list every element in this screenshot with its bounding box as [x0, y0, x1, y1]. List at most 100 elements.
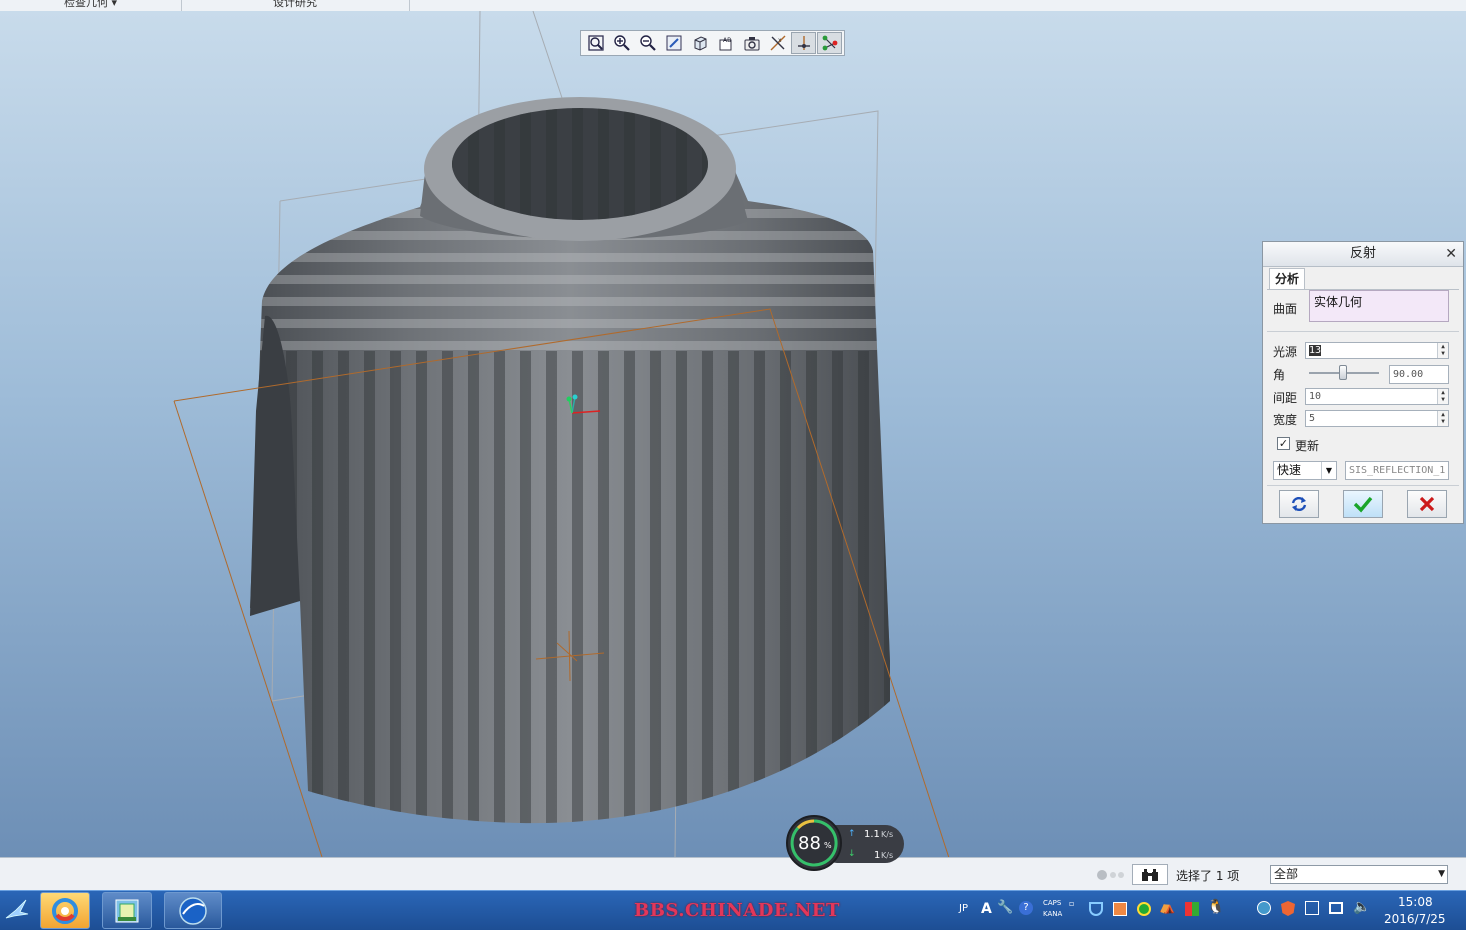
selection-status: 选择了 1 项 — [1176, 869, 1240, 883]
ok-button[interactable] — [1343, 490, 1383, 518]
tent-icon[interactable]: ⛺ — [1159, 900, 1175, 915]
refit-icon[interactable] — [583, 32, 608, 54]
close-icon[interactable]: ✕ — [1445, 242, 1457, 266]
taskbar-app-1[interactable] — [40, 892, 90, 929]
network-icon[interactable] — [1329, 902, 1343, 914]
selection-filter[interactable]: 全部 ▼ — [1270, 865, 1448, 884]
light-spinner[interactable]: ▲ ▼ — [1437, 343, 1448, 358]
status-indicator — [1118, 872, 1124, 878]
mode-select-value: 快速 — [1277, 463, 1302, 477]
download-speed: 1 — [874, 850, 881, 861]
cloud-sync-icon[interactable] — [1257, 901, 1271, 915]
watermark: BBS.CHINADE.NET — [634, 900, 840, 921]
annotation-display-icon[interactable] — [817, 32, 842, 54]
app-ring-icon — [52, 897, 78, 924]
spin-center-icon[interactable] — [791, 32, 816, 54]
checkmark-icon — [1353, 496, 1373, 513]
tab-analysis[interactable]: 分析 — [1269, 268, 1305, 289]
net-speed-widget[interactable]: 88 % ↑ 1.1 K/s ↓ 1 K/s — [786, 815, 904, 871]
angle-field[interactable]: 90.00 — [1389, 365, 1449, 384]
light-source-field[interactable]: 13 ▲ ▼ — [1305, 342, 1449, 359]
surface-collector[interactable]: 实体几何 — [1309, 290, 1449, 322]
volume-icon[interactable]: 🔈 — [1353, 899, 1370, 915]
download-arrow-icon: ↓ — [848, 849, 856, 859]
security-shield-icon[interactable] — [1281, 901, 1295, 916]
start-button[interactable] — [0, 893, 34, 929]
spacing-spinner[interactable]: ▲ ▼ — [1437, 389, 1448, 404]
close-icon — [1419, 496, 1435, 512]
width-spinner[interactable]: ▲ ▼ — [1437, 411, 1448, 426]
memory-gauge: 88 % — [786, 815, 842, 871]
upload-unit: K/s — [881, 830, 894, 839]
colored-squares-icon[interactable] — [1185, 902, 1199, 916]
display-style-icon[interactable] — [687, 32, 712, 54]
zoom-out-icon[interactable] — [635, 32, 660, 54]
spacing-field[interactable]: 10 ▲ ▼ — [1305, 388, 1449, 405]
grid-app-icon[interactable] — [1113, 902, 1127, 916]
datum-display-icon[interactable]: x — [765, 32, 790, 54]
reflection-dialog: 反射 ✕ 分析 曲面 实体几何 光源 13 ▲ ▼ 角 90.00 间距 10 ▲… — [1262, 241, 1464, 524]
clock-time[interactable]: 15:08 — [1398, 895, 1433, 909]
angle-label: 角 — [1273, 368, 1286, 382]
memory-percent: 88 — [798, 833, 821, 854]
angle-slider-thumb[interactable] — [1339, 365, 1347, 380]
language-indicator[interactable]: JP — [959, 903, 968, 914]
dialog-titlebar[interactable]: 反射 ✕ — [1263, 242, 1463, 267]
app-globe-icon — [179, 896, 207, 925]
mode-select[interactable]: 快速 ▼ — [1273, 461, 1337, 480]
chevron-up-icon[interactable]: ▫ — [1069, 899, 1074, 908]
ime-icon[interactable]: A — [981, 901, 992, 917]
refresh-icon — [1291, 496, 1307, 512]
model-body — [250, 171, 890, 824]
green-ring-icon[interactable] — [1137, 902, 1151, 916]
memory-unit: % — [824, 841, 832, 850]
wrench-icon[interactable]: 🔧 — [997, 900, 1013, 915]
view-toolbar: AB x — [580, 30, 845, 56]
width-field[interactable]: 5 ▲ ▼ — [1305, 410, 1449, 427]
taskbar-app-3[interactable] — [164, 892, 222, 929]
download-unit: K/s — [881, 851, 894, 860]
dialog-title: 反射 — [1349, 246, 1376, 261]
bird-icon — [5, 899, 29, 919]
upload-arrow-icon: ↑ — [848, 829, 856, 839]
tab-check-geometry[interactable]: 检查几何 ▾ — [0, 0, 182, 11]
taskbar: BBS.CHINADE.NET JP A 🔧 ? CAPS KANA ▫ ⛺ 🐧… — [0, 890, 1466, 930]
shield-icon[interactable] — [1089, 902, 1103, 916]
status-indicator — [1097, 870, 1107, 880]
binoculars-icon — [1142, 868, 1158, 881]
result-name-field[interactable]: SIS_REFLECTION_1 — [1345, 461, 1449, 480]
saved-views-icon[interactable]: AB — [713, 32, 738, 54]
chevron-down-icon: ▼ — [1438, 869, 1445, 879]
find-button[interactable] — [1132, 864, 1168, 885]
neck-ring — [420, 97, 748, 241]
width-label: 宽度 — [1273, 413, 1298, 427]
repaint-icon[interactable] — [661, 32, 686, 54]
update-checkbox[interactable]: ✓ — [1277, 437, 1290, 450]
svg-text:x: x — [778, 37, 782, 44]
status-indicator — [1110, 872, 1116, 878]
clock-date[interactable]: 2016/7/25 — [1384, 912, 1446, 926]
tab-design-study[interactable]: 设计研究 — [181, 0, 410, 11]
flag-icon[interactable] — [1305, 901, 1319, 915]
light-source-value: 13 — [1309, 345, 1322, 356]
update-label: 更新 — [1295, 439, 1320, 453]
cancel-button[interactable] — [1407, 490, 1447, 518]
zoom-in-icon[interactable] — [609, 32, 634, 54]
upload-speed: 1.1 — [864, 829, 880, 840]
view-manager-icon[interactable] — [739, 32, 764, 54]
divider — [1267, 485, 1459, 486]
repeat-button[interactable] — [1279, 490, 1319, 518]
spacing-label: 间距 — [1273, 391, 1298, 405]
qq-penguin-icon[interactable]: 🐧 — [1207, 899, 1224, 915]
spacing-value: 10 — [1309, 391, 1322, 402]
model-scene — [173, 11, 950, 857]
graphics-viewport[interactable]: AB x 反射 ✕ 分析 曲面 实体几何 光源 13 ▲ ▼ 角 90.00 间… — [0, 11, 1466, 857]
selection-filter-value: 全部 — [1274, 867, 1299, 881]
app-window-icon — [115, 899, 139, 922]
taskbar-app-2[interactable] — [102, 892, 152, 929]
status-bar: 选择了 1 项 全部 ▼ — [0, 857, 1466, 890]
kana-indicator: KANA — [1043, 910, 1063, 918]
help-icon[interactable]: ? — [1019, 901, 1033, 915]
caps-indicator: CAPS — [1043, 899, 1062, 907]
divider — [1267, 331, 1459, 332]
